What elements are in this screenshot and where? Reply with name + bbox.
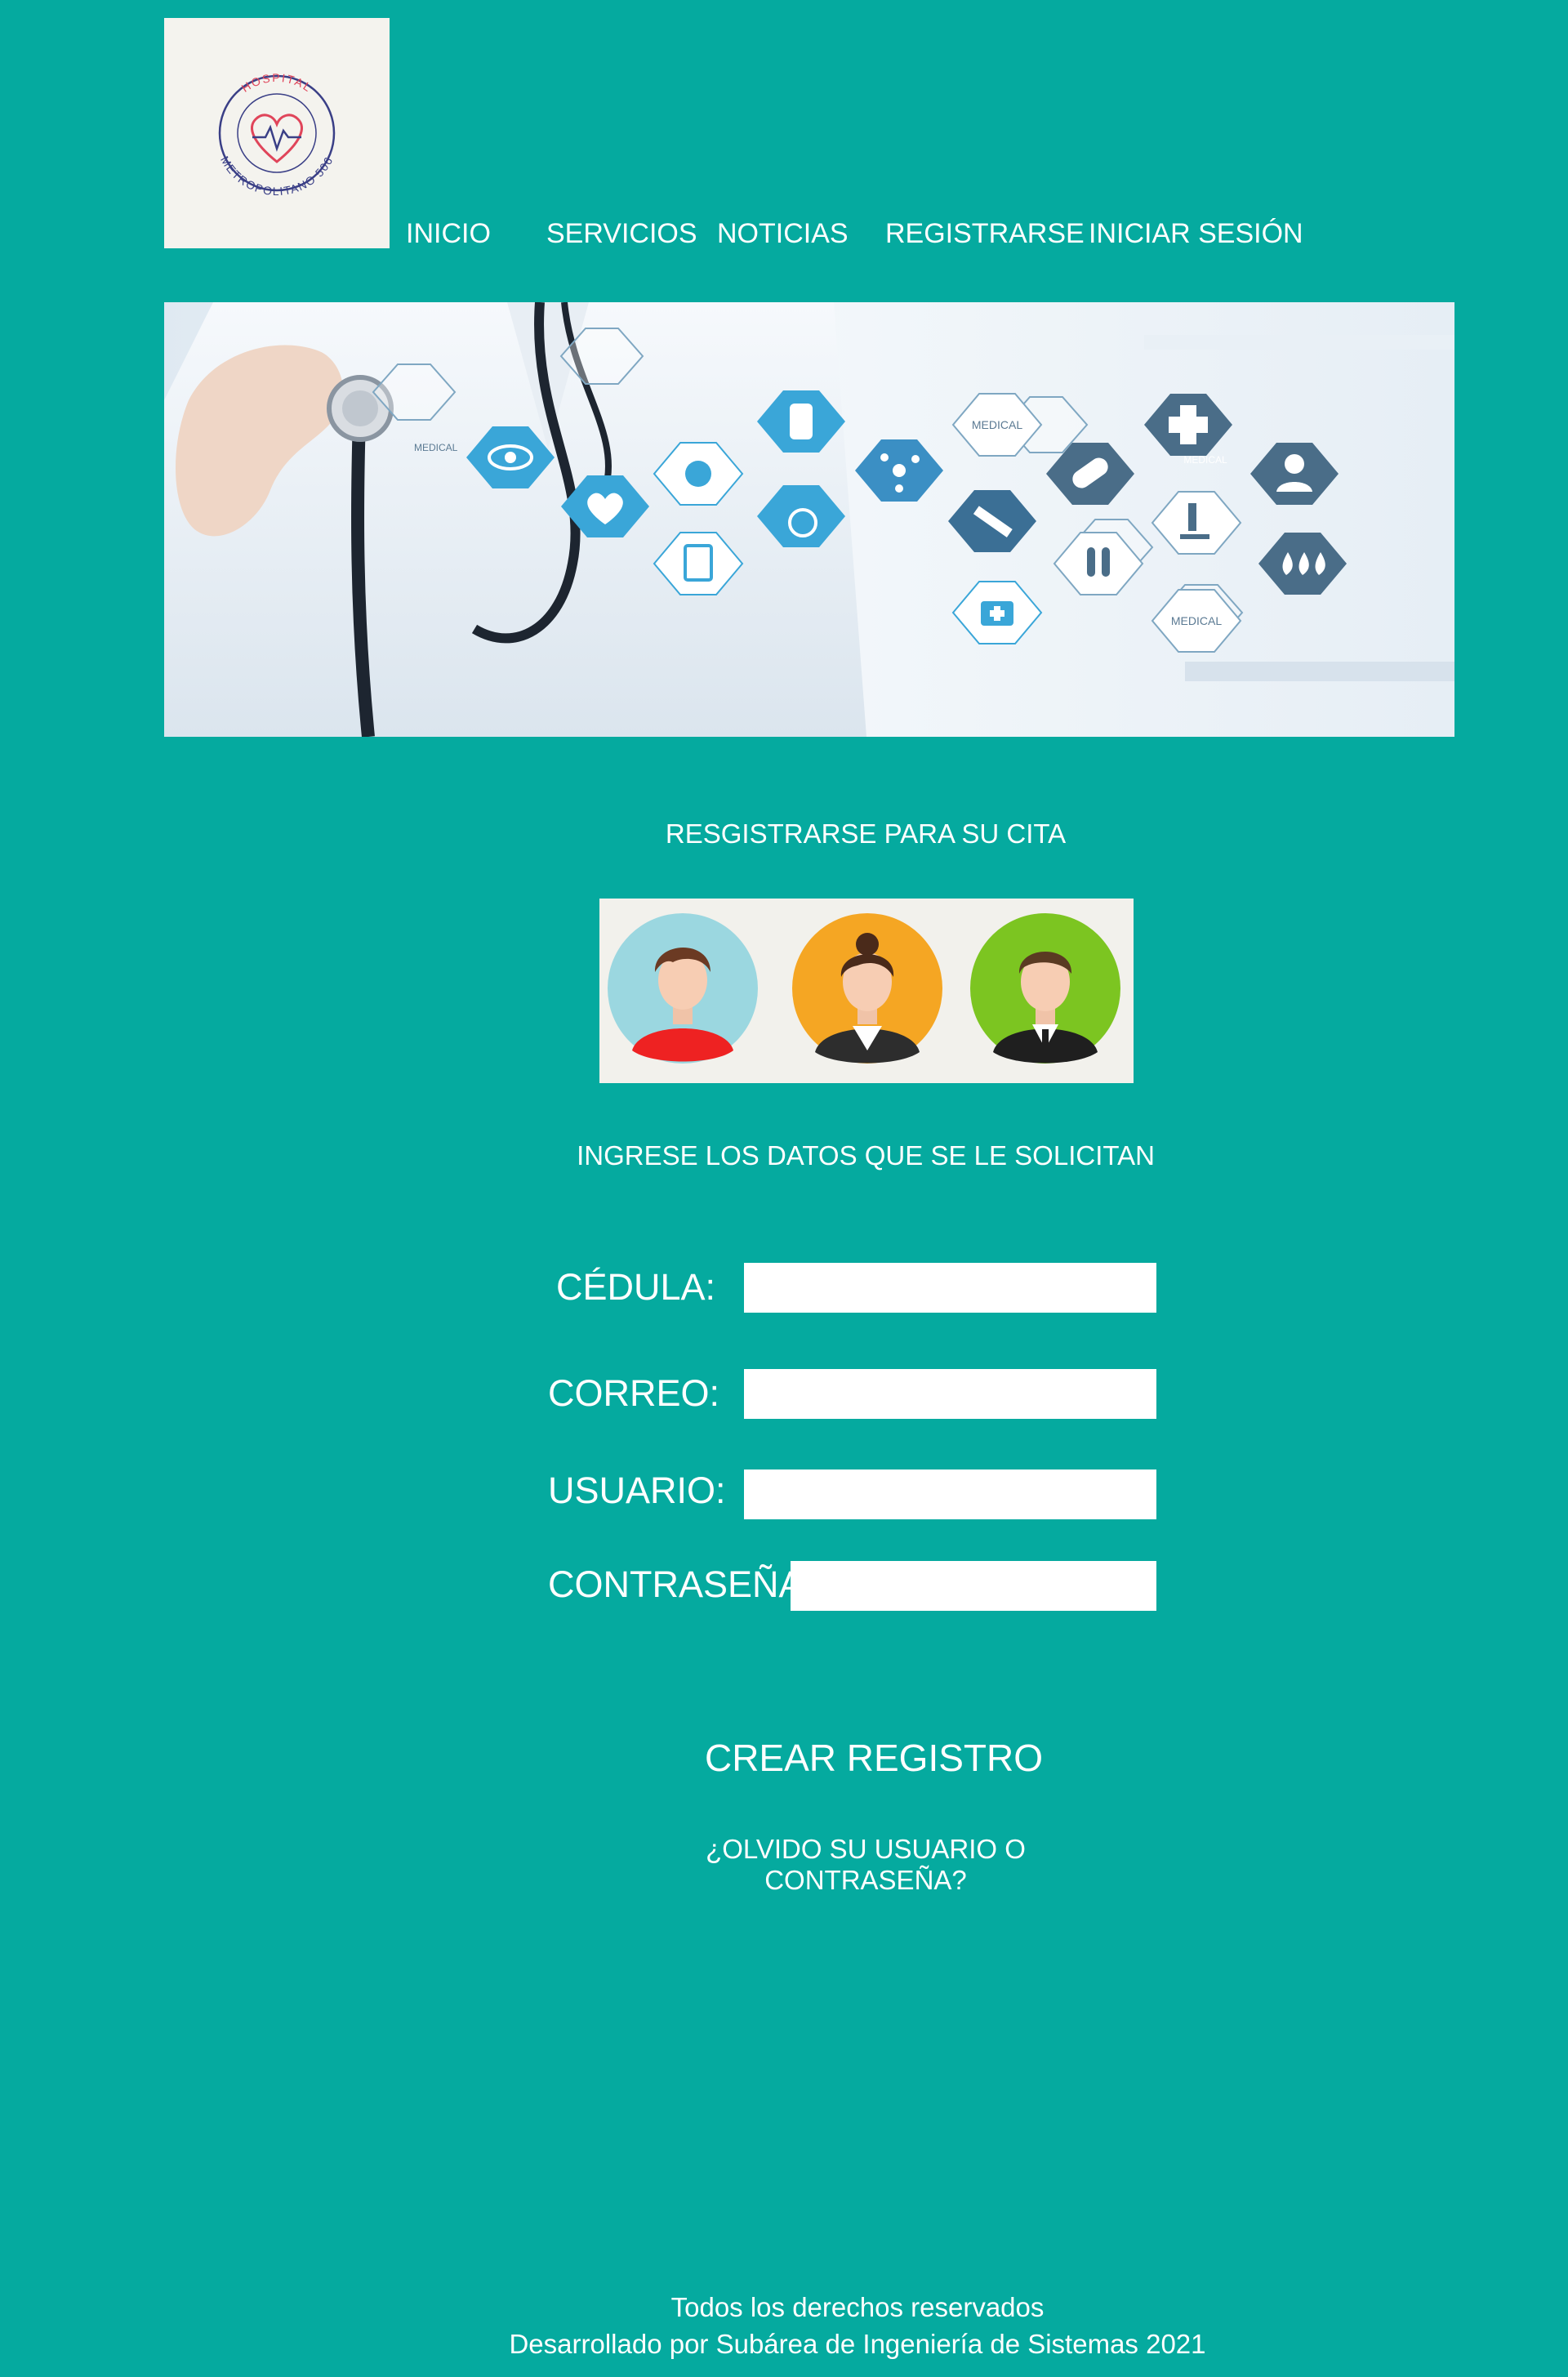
form-instructions: INGRESE LOS DATOS QUE SE LE SOLICITAN [577, 1140, 1155, 1171]
businessman-avatar-icon [970, 913, 1120, 1064]
businesswoman-avatar-icon [792, 913, 942, 1064]
banner-label-medical: MEDICAL [414, 442, 458, 453]
cedula-field[interactable] [744, 1263, 1156, 1313]
logo-emblem: HOSPITAL METROPOLITANO 506 [218, 71, 336, 198]
nav-inicio[interactable]: INICIO [406, 214, 491, 253]
username-field[interactable] [744, 1469, 1156, 1519]
banner-label-medical: MEDICAL [1171, 614, 1222, 627]
forgot-credentials-link[interactable]: ¿OLVIDO SU USUARIO O CONTRASEÑA? [604, 1834, 1127, 1896]
banner-label-medical: MEDICAL [972, 418, 1022, 431]
email-field[interactable] [744, 1369, 1156, 1419]
nav-iniciar-sesion[interactable]: INICIAR SESIÓN [1089, 214, 1303, 253]
contrasena-label: CONTRASEÑA: [548, 1563, 814, 1605]
heart-icon [251, 114, 303, 163]
nav-servicios[interactable]: SERVICIOS [546, 214, 697, 253]
young-man-avatar-icon [608, 913, 758, 1064]
usuario-label: USUARIO: [548, 1469, 726, 1511]
password-field[interactable] [791, 1561, 1156, 1611]
avatar-panel [599, 899, 1134, 1083]
nav-noticias[interactable]: NOTICIAS [717, 214, 849, 253]
hero-banner: MEDICAL MEDICAL MEDICAL MEDICAL [164, 302, 1454, 737]
correo-label: CORREO: [548, 1372, 720, 1414]
medical-banner-illustration: MEDICAL MEDICAL MEDICAL MEDICAL [164, 302, 1454, 737]
create-registration-button[interactable]: CREAR REGISTRO [702, 1730, 1045, 1786]
footer-rights: Todos los derechos reservados [670, 2292, 1045, 2322]
banner-label-medical: MEDICAL [1183, 454, 1227, 466]
register-heading: RESGISTRARSE PARA SU CITA [665, 818, 1067, 849]
footer-developer: Desarrollado por Subárea de Ingeniería d… [509, 2329, 1206, 2359]
cedula-label: CÉDULA: [556, 1266, 716, 1308]
hospital-logo[interactable]: HOSPITAL METROPOLITANO 506 [164, 18, 390, 248]
avatars-illustration [608, 913, 1120, 1064]
nav-registrarse[interactable]: REGISTRARSE [885, 214, 1085, 253]
